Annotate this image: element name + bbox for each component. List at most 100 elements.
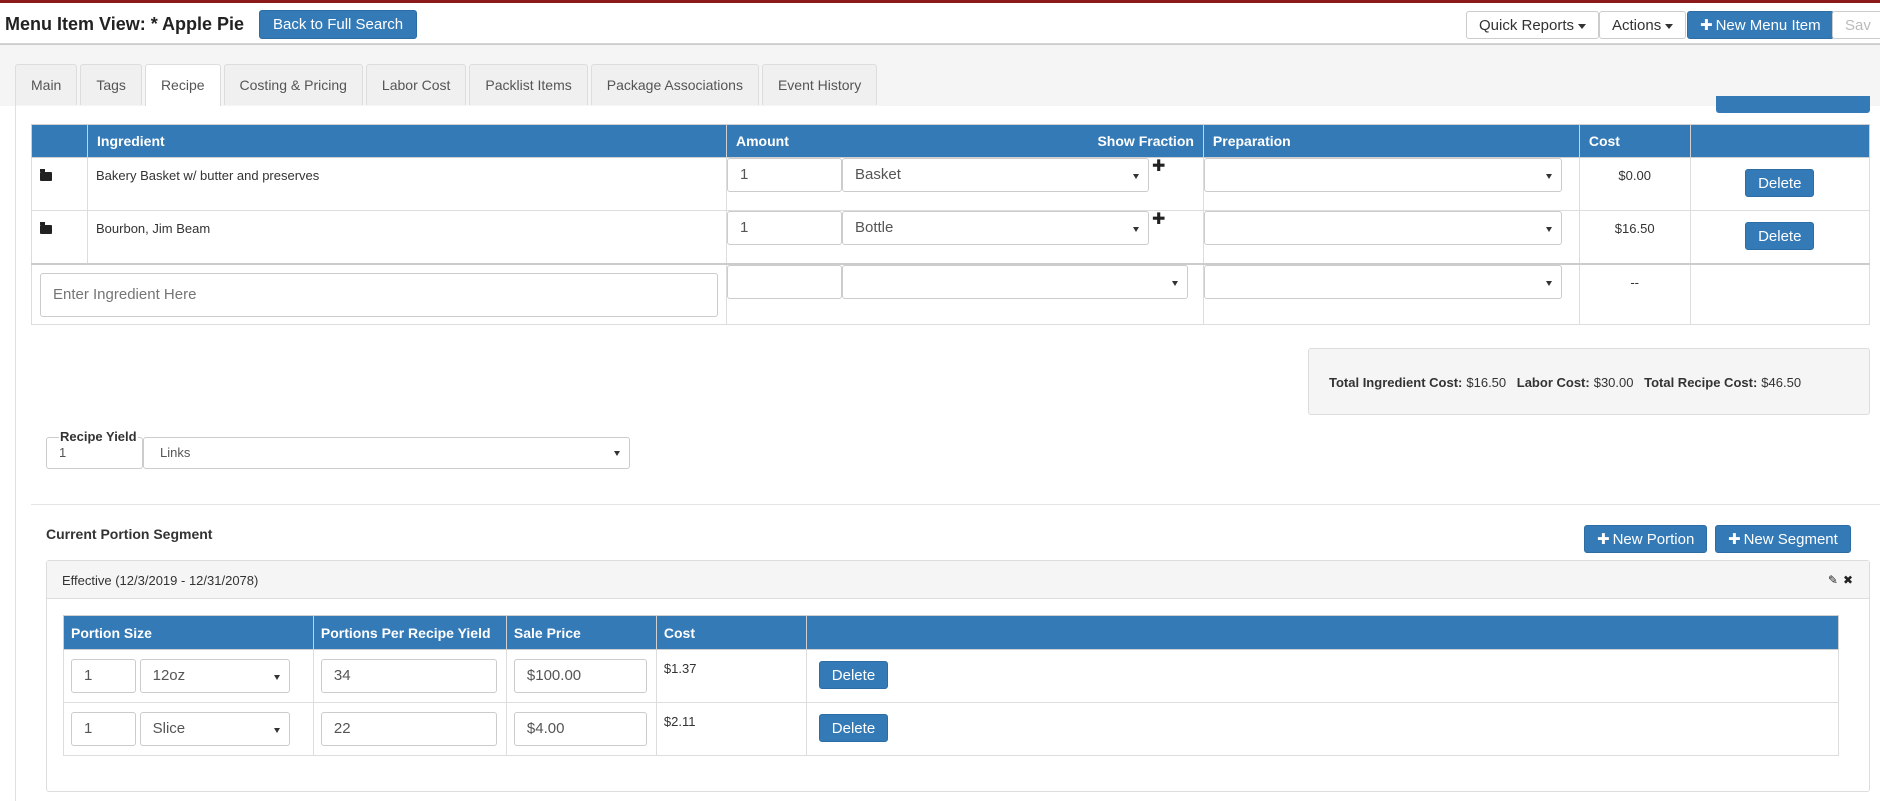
icon-cell	[31, 157, 88, 211]
new-preparation-cell	[1202, 262, 1580, 325]
content-left-border	[15, 105, 16, 801]
actions-label: Actions	[1612, 17, 1662, 34]
recipe-yield-label: Recipe Yield	[59, 429, 138, 444]
caret-down-icon	[1578, 23, 1587, 29]
portions-per-yield-input[interactable]: 34	[320, 659, 497, 693]
amount-input[interactable]: 1	[727, 158, 842, 192]
header-sale-price: Sale Price	[505, 615, 657, 650]
header-preparation: Preparation	[1202, 124, 1580, 158]
header-icon-column	[31, 124, 88, 158]
total-ingredient-cost-label: Total Ingredient Cost:	[1329, 375, 1463, 390]
portion-unit-select[interactable]: 12oz	[139, 659, 290, 693]
sale-price-input[interactable]: $4.00	[513, 712, 647, 746]
close-icon[interactable]: ✖	[1843, 573, 1853, 587]
amount-cell: 1 Basket ✚	[726, 156, 1204, 211]
tab-labor-cost[interactable]: Labor Cost	[365, 64, 467, 105]
portion-qty-input[interactable]: 1	[71, 659, 136, 693]
new-menu-item-button[interactable]: ✚ New Menu Item	[1687, 11, 1834, 39]
portion-size-cell: 1 Slice	[63, 702, 314, 756]
unit-select[interactable]: Bottle	[842, 211, 1149, 245]
unit-select[interactable]: Basket	[842, 158, 1149, 192]
ingredient-row: Bourbon, Jim Beam 1 Bottle ✚ $16.50 Delete	[31, 209, 1871, 264]
portions-per-yield-input[interactable]: 22	[320, 712, 497, 746]
current-portion-segment-title: Current Portion Segment	[46, 526, 213, 542]
tab-main[interactable]: Main	[15, 64, 78, 105]
header-cost: Cost	[1578, 124, 1691, 158]
new-ingredient-cost: --	[1578, 262, 1691, 325]
delete-portion-button[interactable]: Delete	[818, 661, 889, 689]
show-fraction-toggle[interactable]: Show Fraction	[1097, 133, 1193, 149]
header-portion-cost: Cost	[655, 615, 807, 650]
tab-costing-pricing[interactable]: Costing & Pricing	[223, 64, 363, 105]
amount-cell: 1 Bottle ✚	[726, 209, 1204, 264]
header-actions	[1689, 124, 1871, 158]
portion-unit-select[interactable]: Slice	[139, 712, 290, 746]
back-to-search-button[interactable]: Back to Full Search	[259, 10, 418, 39]
tab-package-associations[interactable]: Package Associations	[590, 64, 759, 105]
ingredients-table: Ingredient Amount Show Fraction Preparati…	[31, 124, 1871, 325]
new-amount-cell	[726, 262, 1204, 325]
yield-unit-select[interactable]: Links	[143, 437, 630, 469]
portion-cost: $1.37	[655, 649, 807, 703]
quick-reports-dropdown[interactable]: Quick Reports	[1466, 11, 1600, 39]
new-ingredient-row: --	[31, 262, 1871, 325]
plus-icon: ✚	[1597, 531, 1610, 548]
new-portion-button[interactable]: ✚ New Portion	[1584, 525, 1708, 553]
portion-qty-input[interactable]: 1	[71, 712, 136, 746]
delete-cell: Delete	[1689, 157, 1871, 211]
portion-row: 1 Slice 22 $4.00 $2.11 Delete	[63, 702, 1840, 756]
ingredient-row: Bakery Basket w/ butter and preserves 1B…	[31, 156, 1871, 211]
segment-effective-dates: Effective (12/3/2019 - 12/31/2078)	[62, 573, 259, 588]
segment-actions: ✎ ✖	[1823, 573, 1853, 587]
tab-strip: Main Tags Recipe Costing & Pricing Labor…	[15, 64, 880, 106]
segment-panel: Effective (12/3/2019 - 12/31/2078) ✎ ✖ Po…	[46, 560, 1870, 792]
partially-hidden-button[interactable]	[1716, 96, 1870, 113]
recipe-yield-group: 1 Links Recipe Yield	[46, 429, 630, 469]
sale-price-input[interactable]: $100.00	[513, 659, 647, 693]
ingredient-cost: $16.50	[1578, 210, 1691, 264]
amount-input[interactable]: 1	[727, 211, 842, 245]
delete-ingredient-button[interactable]: Delete	[1745, 222, 1815, 250]
labor-cost-value: $30.00	[1593, 375, 1634, 390]
folder-open-icon[interactable]	[40, 222, 52, 234]
tab-packlist-items[interactable]: Packlist Items	[469, 64, 588, 105]
new-segment-button[interactable]: ✚ New Segment	[1715, 525, 1851, 553]
header-portions-per-yield: Portions Per Recipe Yield	[312, 615, 507, 650]
total-recipe-cost-label: Total Recipe Cost:	[1644, 375, 1758, 390]
actions-dropdown[interactable]: Actions	[1599, 11, 1687, 39]
portions-per-yield-cell: 34	[312, 649, 507, 703]
preparation-select[interactable]	[1203, 211, 1562, 245]
new-menu-item-label: New Menu Item	[1715, 17, 1821, 34]
plus-icon[interactable]: ✚	[1152, 156, 1165, 176]
new-amount-input[interactable]	[727, 264, 842, 299]
ingredient-cost: $0.00	[1578, 157, 1691, 211]
folder-open-icon[interactable]	[40, 169, 52, 181]
sale-price-cell: $4.00	[505, 702, 657, 756]
header-ingredient: Ingredient	[87, 124, 727, 158]
ingredients-header-row: Ingredient Amount Show Fraction Preparati…	[31, 124, 1871, 158]
portions-header-row: Portion Size Portions Per Recipe Yield S…	[63, 615, 1840, 650]
plus-icon[interactable]: ✚	[1152, 209, 1165, 229]
total-ingredient-cost-value: $16.50	[1466, 375, 1507, 390]
new-ingredient-cell	[31, 262, 727, 325]
save-button[interactable]: Sav	[1832, 11, 1880, 39]
delete-ingredient-button[interactable]: Delete	[1745, 169, 1815, 197]
new-actions-cell	[1689, 262, 1871, 325]
ingredient-name: Bourbon, Jim Beam	[87, 210, 727, 264]
new-preparation-select[interactable]	[1203, 264, 1562, 299]
delete-cell: Delete	[1689, 210, 1871, 264]
tab-tags[interactable]: Tags	[80, 64, 142, 105]
top-bar: Menu Item View: * Apple Pie Back to Full…	[0, 0, 1880, 44]
ingredient-name: Bakery Basket w/ butter and preserves	[87, 157, 727, 211]
pencil-icon[interactable]: ✎	[1828, 573, 1838, 587]
header-amount: Amount Show Fraction	[726, 124, 1204, 158]
delete-portion-button[interactable]: Delete	[818, 714, 889, 742]
sale-price-cell: $100.00	[505, 649, 657, 703]
tab-recipe[interactable]: Recipe	[144, 64, 221, 106]
preparation-select[interactable]	[1203, 158, 1562, 192]
header-portion-size: Portion Size	[63, 615, 314, 650]
tab-event-history[interactable]: Event History	[761, 64, 878, 105]
portion-actions-cell: Delete	[805, 702, 1840, 756]
ingredient-search-input[interactable]	[40, 272, 718, 317]
new-unit-select[interactable]	[842, 264, 1188, 299]
